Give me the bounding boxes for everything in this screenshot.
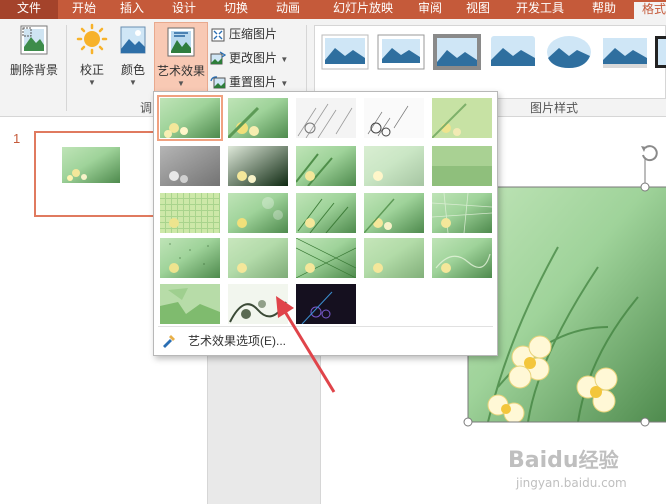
- corrections-button[interactable]: 校正 ▼: [72, 23, 112, 95]
- chevron-down-icon: ▼: [88, 78, 96, 87]
- chevron-down-icon: ▼: [280, 55, 289, 64]
- effect-glass[interactable]: [432, 193, 492, 233]
- reset-picture-button[interactable]: 重置图片 ▼: [210, 72, 288, 92]
- color-label: 颜色: [120, 63, 145, 77]
- format-picture-icon: [163, 335, 175, 348]
- reset-picture-icon: [210, 76, 226, 89]
- chevron-down-icon: ▼: [129, 78, 137, 87]
- compress-pictures-label: 压缩图片: [229, 27, 278, 41]
- watermark-logo-text: Baidu: [508, 448, 579, 473]
- baidu-watermark-url: jingyan.baidu.com: [516, 476, 627, 490]
- tab-animations[interactable]: 动画: [266, 0, 310, 19]
- remove-background-button[interactable]: 删除背景: [6, 23, 62, 93]
- change-picture-icon: [210, 51, 226, 65]
- color-button[interactable]: 颜色 ▼: [114, 23, 152, 95]
- effect-line-drawing[interactable]: [432, 98, 492, 138]
- effect-cement[interactable]: [160, 238, 220, 278]
- ribbon-tab-bar: 文件 开始 插入 设计 切换 动画 幻灯片放映 审阅 视图 开发工具 帮助 格式: [0, 0, 666, 19]
- effect-mosaic-bubbles[interactable]: [364, 193, 424, 233]
- picture-styles-gallery: [314, 25, 666, 99]
- effect-film-grain[interactable]: [296, 193, 356, 233]
- artistic-effects-icon: [167, 27, 195, 57]
- rotate-handle-icon[interactable]: [637, 141, 661, 165]
- effect-plastic-wrap[interactable]: [432, 238, 492, 278]
- slide-number: 1: [13, 131, 21, 146]
- reset-picture-label: 重置图片: [229, 75, 278, 89]
- effect-chalk-sketch[interactable]: [160, 146, 220, 186]
- tab-home[interactable]: 开始: [62, 0, 106, 19]
- corrections-label: 校正: [79, 63, 104, 77]
- picture-style-thumb[interactable]: [655, 34, 666, 70]
- effect-light-screen[interactable]: [160, 193, 220, 233]
- effect-paint-brush[interactable]: [296, 146, 356, 186]
- effect-pencil-sketch[interactable]: [364, 98, 424, 138]
- effect-paint-strokes[interactable]: [228, 146, 288, 186]
- picture-style-thumb[interactable]: [321, 34, 369, 70]
- tab-design[interactable]: 设计: [162, 0, 206, 19]
- change-picture-label: 更改图片: [229, 51, 278, 65]
- tab-format[interactable]: 格式: [634, 0, 666, 19]
- tab-insert[interactable]: 插入: [110, 0, 154, 19]
- ribbon-separator: [66, 25, 67, 111]
- effect-marker[interactable]: [228, 98, 288, 138]
- effect-cutout[interactable]: [160, 284, 220, 324]
- picture-style-thumb[interactable]: [377, 34, 425, 70]
- chevron-down-icon: ▼: [177, 79, 185, 88]
- tab-review[interactable]: 审阅: [408, 0, 452, 19]
- picture-styles-group-label: 图片样式: [530, 101, 579, 115]
- remove-background-icon: [20, 25, 48, 55]
- effect-pencil-grayscale[interactable]: [296, 98, 356, 138]
- annotation-arrow: [276, 296, 336, 393]
- effect-crisscross-etching[interactable]: [296, 238, 356, 278]
- tab-help[interactable]: 帮助: [582, 0, 626, 19]
- compress-icon: [211, 28, 225, 42]
- adjust-group-label: 调: [140, 101, 153, 115]
- tab-view[interactable]: 视图: [456, 0, 500, 19]
- tab-slideshow[interactable]: 幻灯片放映: [322, 0, 404, 19]
- effect-glow-diffused[interactable]: [364, 146, 424, 186]
- tab-developer[interactable]: 开发工具: [508, 0, 572, 19]
- tab-transitions[interactable]: 切换: [214, 0, 258, 19]
- picture-style-thumb[interactable]: [489, 34, 537, 70]
- slide-thumbnail-picture: [62, 147, 120, 183]
- effect-texturizer[interactable]: [228, 238, 288, 278]
- effect-none[interactable]: [157, 95, 223, 141]
- color-picture-icon: [120, 26, 146, 54]
- watermark-logo-cn: 经验: [578, 448, 619, 472]
- powerpoint-window: 文件 开始 插入 设计 切换 动画 幻灯片放映 审阅 视图 开发工具 帮助 格式…: [0, 0, 666, 504]
- change-picture-button[interactable]: 更改图片 ▼: [210, 48, 288, 68]
- artistic-effects-label: 艺术效果: [156, 64, 205, 78]
- remove-background-label: 删除背景: [9, 63, 58, 77]
- picture-style-thumb[interactable]: [601, 34, 649, 70]
- chevron-down-icon: ▼: [280, 79, 289, 88]
- artistic-effects-button[interactable]: 艺术效果 ▼: [154, 22, 208, 96]
- baidu-watermark-logo: Baidu经验: [508, 444, 619, 473]
- tab-file[interactable]: 文件: [0, 0, 58, 19]
- sun-icon: [76, 23, 108, 55]
- effect-blur[interactable]: [432, 146, 492, 186]
- effect-watercolor-sponge[interactable]: [228, 193, 288, 233]
- effect-pastels-smooth[interactable]: [364, 238, 424, 278]
- picture-style-thumb[interactable]: [545, 34, 593, 70]
- picture-style-thumb[interactable]: [433, 34, 481, 70]
- compress-pictures-button[interactable]: 压缩图片: [210, 24, 277, 44]
